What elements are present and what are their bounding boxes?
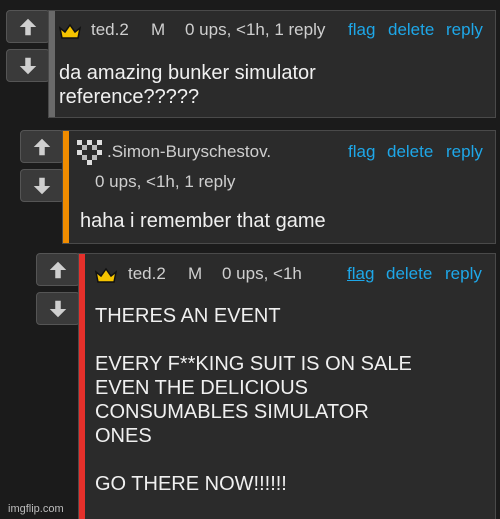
comment-header: ted.2 M 0 ups, <1h, 1 reply flag delete … [49,20,495,44]
upvote-button[interactable] [20,130,64,163]
username-link[interactable]: ted.2 [91,20,129,40]
watermark: imgflip.com [8,503,64,515]
comment-body: ted.2 M 0 ups, <1h, 1 reply flag delete … [48,10,496,118]
comment-meta-row: 0 ups, <1h, 1 reply [63,172,495,196]
comment-meta: 0 ups, <1h, 1 reply [95,172,236,191]
up-arrow-icon [49,261,67,278]
username-link[interactable]: ted.2 [128,264,166,284]
comment-text: THERES AN EVENT EVERY F**KING SUIT IS ON… [95,305,412,495]
user-flair: M [188,264,203,283]
delete-link[interactable]: delete [388,20,434,40]
delete-link[interactable]: delete [387,142,433,162]
comment-header: .Simon-Buryschestov. flag delete reply [63,140,495,166]
pixel-avatar-icon [77,140,102,165]
flag-link[interactable]: flag [348,142,375,162]
crown-icon [94,266,118,284]
flag-link[interactable]: flag [347,264,374,284]
upvote-button[interactable] [6,10,50,43]
reply-link[interactable]: reply [446,142,483,162]
comment-header: ted.2 M 0 ups, <1h flag delete reply [79,264,495,288]
vote-column [6,10,50,82]
vote-column [20,130,64,202]
username-link[interactable]: .Simon-Buryschestov. [107,142,271,162]
flag-link[interactable]: flag [348,20,375,40]
upvote-button[interactable] [36,253,80,286]
delete-link[interactable]: delete [386,264,432,284]
downvote-button[interactable] [36,292,80,325]
downvote-button[interactable] [20,169,64,202]
down-arrow-icon [19,57,37,74]
comment-2: .Simon-Buryschestov. flag delete reply 0… [20,130,496,244]
comment-text: da amazing bunker simulator reference???… [59,62,316,108]
downvote-button[interactable] [6,49,50,82]
down-arrow-icon [49,300,67,317]
down-arrow-icon [33,177,51,194]
reply-link[interactable]: reply [446,20,483,40]
comment-body: .Simon-Buryschestov. flag delete reply 0… [62,130,496,244]
user-flair: M [151,20,166,39]
reply-link[interactable]: reply [445,264,482,284]
up-arrow-icon [19,18,37,35]
comment-1: ted.2 M 0 ups, <1h, 1 reply flag delete … [6,10,496,118]
comment-accent-bar [79,254,85,519]
comment-meta: 0 ups, <1h [222,264,302,283]
comment-meta: 0 ups, <1h, 1 reply [185,20,326,39]
comment-body: ted.2 M 0 ups, <1h flag delete reply THE… [78,253,496,519]
vote-column [36,253,80,325]
comment-3: ted.2 M 0 ups, <1h flag delete reply THE… [36,253,496,519]
up-arrow-icon [33,138,51,155]
crown-icon [58,22,82,40]
comment-text: haha i remember that game [80,210,326,232]
